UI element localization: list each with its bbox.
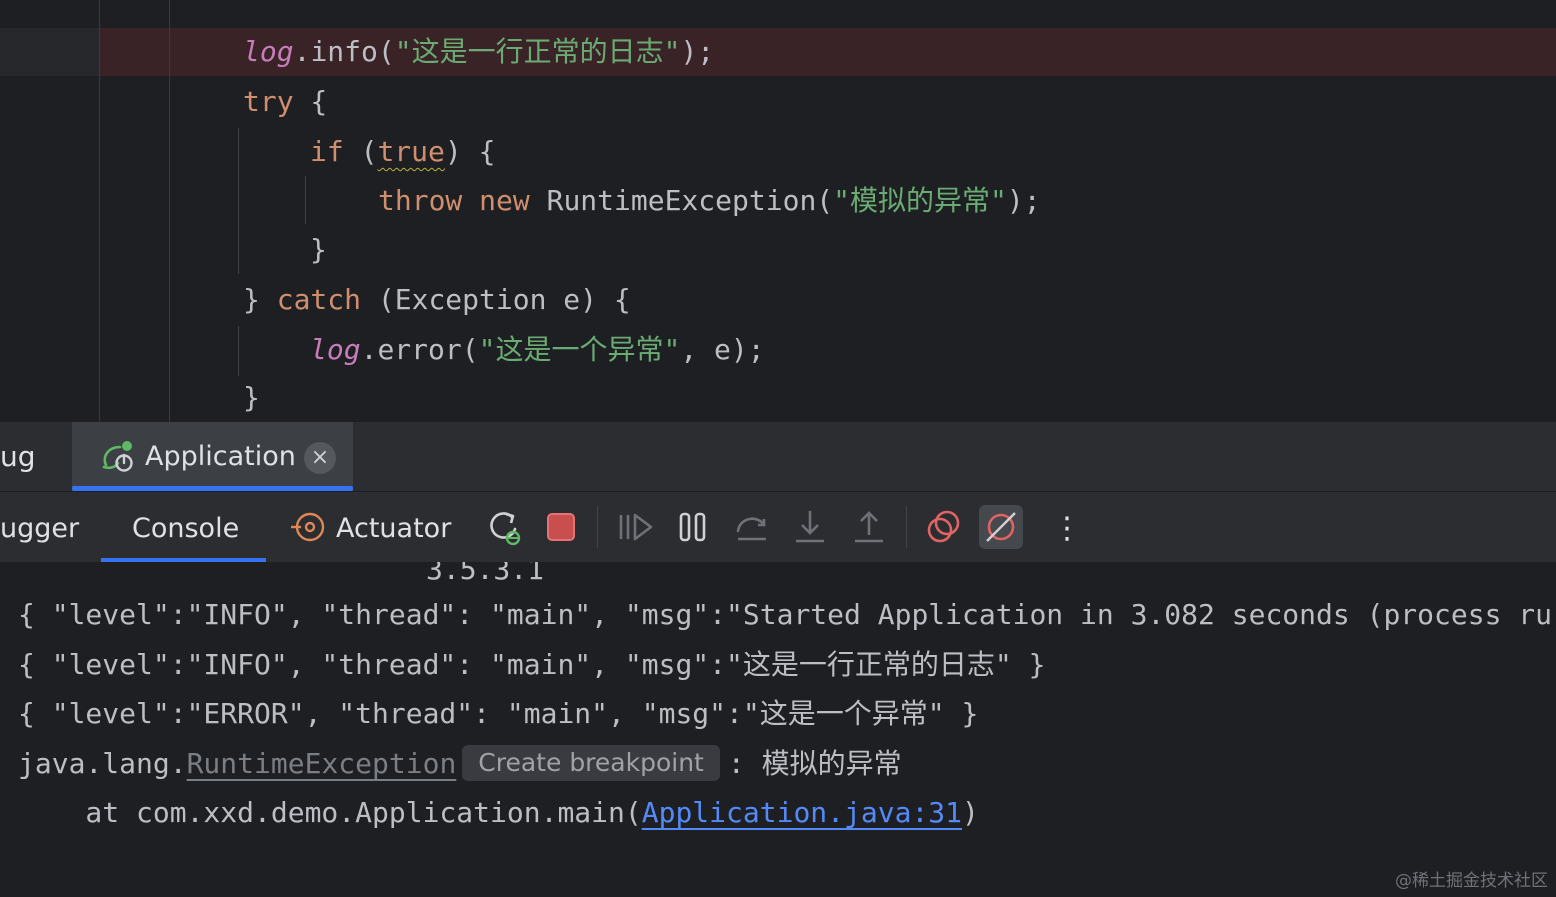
code-line-5[interactable]: }	[310, 225, 327, 275]
step-over-icon[interactable]	[730, 505, 774, 549]
code-line-7[interactable]: log.error("这是一个异常", e);	[310, 325, 765, 375]
console-line: { "level":"INFO", "thread": "main", "msg…	[18, 648, 1046, 681]
exception-package: java.lang.	[18, 747, 187, 780]
debug-toolbar: ugger Console Actuator ⋮	[0, 492, 1556, 562]
brace: }	[243, 283, 277, 316]
stacktrace-line: at com.xxd.demo.Application.main(Applica…	[18, 791, 979, 835]
code-editor[interactable]: log.info("这是一行正常的日志"); try { if (true) {…	[0, 0, 1556, 422]
toolbar-separator	[597, 506, 598, 548]
source-location-link[interactable]: Application.java:31	[642, 796, 962, 829]
indent-guide	[305, 176, 306, 224]
keyword-catch: catch	[276, 283, 362, 316]
brace: }	[243, 381, 260, 414]
more-options-icon[interactable]: ⋮	[1052, 492, 1082, 562]
string-literal: "模拟的异常"	[833, 184, 1007, 217]
code-line-3[interactable]: if (true) {	[310, 127, 495, 177]
dot: .	[360, 333, 378, 366]
keyword-throw: throw	[378, 184, 463, 217]
brace: {	[293, 85, 328, 118]
punctuation: );	[680, 35, 715, 68]
fold-gutter-divider	[169, 0, 170, 422]
tab-application[interactable]: Application ×	[72, 422, 353, 491]
view-breakpoints-icon[interactable]	[921, 505, 965, 549]
tab-actuator[interactable]: Actuator	[336, 492, 451, 562]
step-out-icon[interactable]	[847, 505, 891, 549]
keyword-if: if	[310, 135, 344, 168]
log-field: log	[310, 333, 361, 366]
code-line-2[interactable]: try {	[243, 77, 327, 127]
resume-icon[interactable]	[613, 505, 657, 549]
punctuation: , e);	[680, 333, 765, 366]
pause-icon[interactable]	[671, 505, 715, 549]
paren: )	[962, 796, 979, 829]
dot: .	[293, 35, 311, 68]
code-line-1[interactable]: log.info("这是一行正常的日志");	[243, 27, 714, 77]
exception-line: java.lang.RuntimeException Create breakpo…	[18, 742, 902, 786]
run-tool-window-tabs: ug Application ×	[0, 422, 1556, 492]
string-literal: "这是一行正常的日志"	[394, 35, 681, 68]
rerun-icon[interactable]	[482, 505, 526, 549]
exception-message: : 模拟的异常	[727, 747, 902, 780]
console-output[interactable]: 3.5.3.1 { "level":"INFO", "thread": "mai…	[0, 562, 1556, 897]
breakpoint-line-highlight	[0, 28, 1556, 76]
code-line-4[interactable]: throw new RuntimeException("模拟的异常");	[378, 176, 1041, 226]
stop-icon[interactable]	[539, 505, 583, 549]
indent-guide	[238, 128, 239, 274]
paren: (	[343, 135, 378, 168]
step-into-icon[interactable]	[788, 505, 832, 549]
method-call: info(	[310, 35, 395, 68]
keyword-try: try	[243, 85, 294, 118]
gutter-divider	[99, 0, 100, 422]
active-tab-indicator	[72, 486, 353, 491]
tab-application-label: Application	[145, 441, 296, 472]
tab-debug-cut[interactable]: ug	[0, 422, 36, 491]
console-line-cut: 3.5.3.1	[426, 562, 545, 586]
watermark: @稀土掘金技术社区	[1395, 871, 1548, 891]
mute-breakpoints-icon[interactable]	[979, 505, 1023, 549]
spring-boot-run-icon	[102, 441, 133, 472]
keyword-new: new	[479, 184, 530, 217]
punctuation: );	[1006, 184, 1041, 217]
close-tab-icon[interactable]: ×	[304, 442, 336, 474]
stacktrace-text: at com.xxd.demo.Application.main(	[18, 796, 642, 829]
actuator-icon	[291, 512, 325, 542]
console-line: { "level":"ERROR", "thread": "main", "ms…	[18, 697, 979, 730]
exception-class: RuntimeException(	[529, 184, 834, 217]
log-field: log	[243, 35, 294, 68]
brace: }	[310, 233, 327, 266]
console-line: { "level":"INFO", "thread": "main", "msg…	[18, 598, 1553, 631]
paren: ) {	[444, 135, 496, 168]
method-call: error(	[377, 333, 479, 366]
toolbar-separator	[906, 506, 907, 548]
string-literal: "这是一个异常"	[478, 333, 681, 366]
code-line-6[interactable]: } catch (Exception e) {	[243, 275, 631, 325]
create-breakpoint-button[interactable]: Create breakpoint	[462, 745, 720, 781]
tab-debugger[interactable]: ugger	[0, 492, 79, 562]
catch-params: (Exception e) {	[361, 283, 631, 316]
true-literal-warning: true	[377, 135, 445, 168]
indent-guide	[238, 326, 239, 376]
code-line-8[interactable]: }	[243, 373, 260, 422]
exception-class-link[interactable]: RuntimeException	[187, 747, 457, 780]
tab-console[interactable]: Console	[132, 492, 239, 562]
